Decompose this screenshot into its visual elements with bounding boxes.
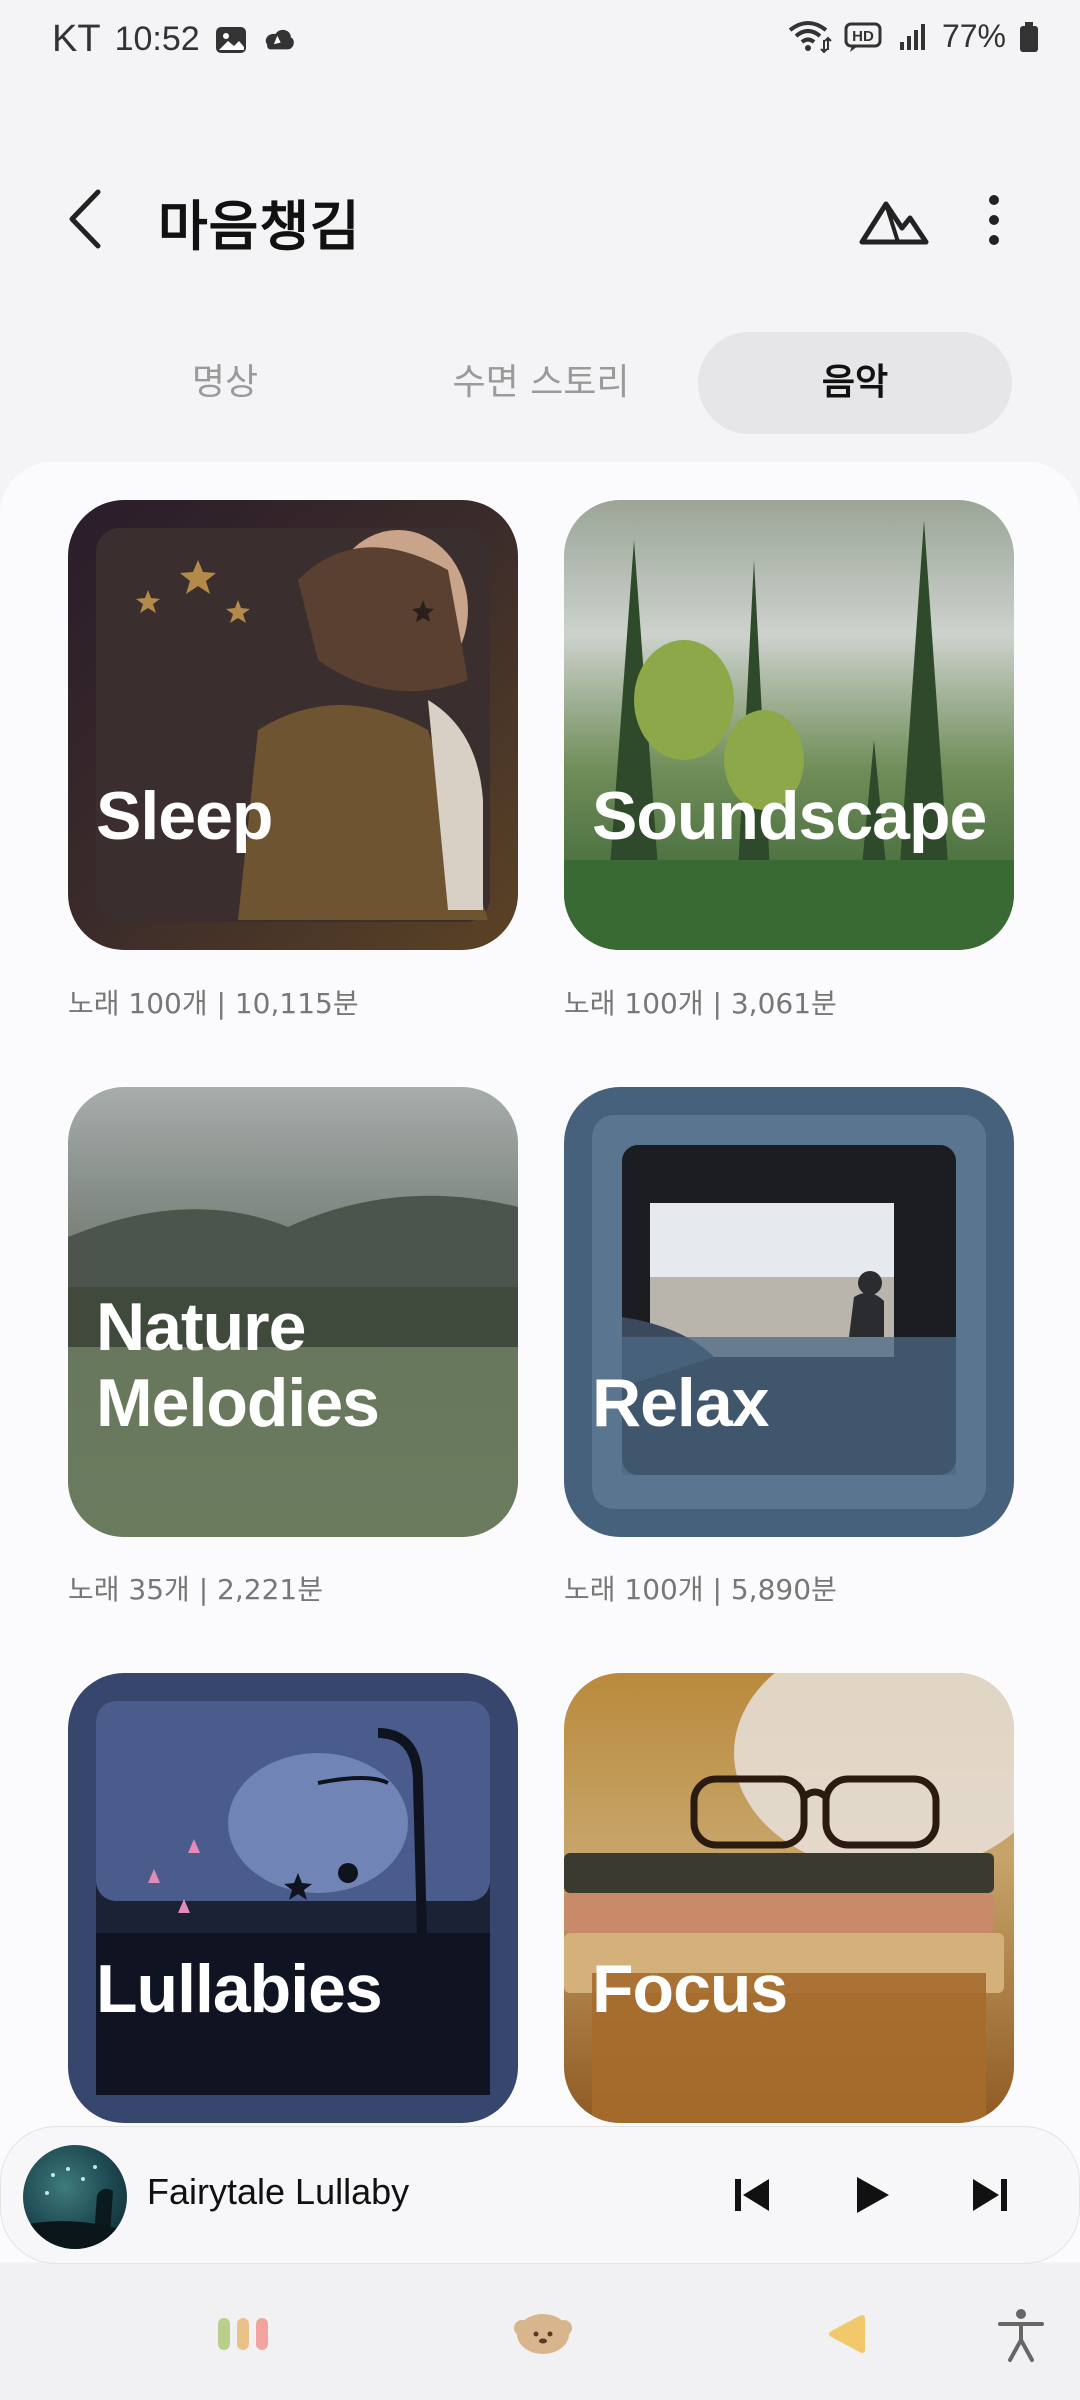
- wifi-icon: [788, 20, 832, 53]
- home-icon[interactable]: [508, 2304, 578, 2364]
- category-tabs: 명상 수면 스토리 음악: [70, 332, 1012, 434]
- bottom-navigation: [0, 2264, 1080, 2400]
- card-title: Lullabies: [96, 1951, 383, 2027]
- app-header: 마음챙김: [0, 170, 1080, 270]
- tab-sleep-story[interactable]: 수면 스토리: [386, 332, 696, 434]
- page-title: 마음챙김: [158, 195, 361, 258]
- now-playing-art-image: [23, 2165, 127, 2249]
- playlist-card-nature-melodies[interactable]: Nature Melodies: [68, 1087, 518, 1537]
- card-title: Sleep: [96, 778, 273, 854]
- card-title-line2: Melodies: [96, 1365, 380, 1441]
- hd-voice-icon: HD: [844, 22, 882, 52]
- tab-meditation[interactable]: 명상: [70, 332, 380, 434]
- card-title: Soundscape: [592, 778, 987, 854]
- sleep-artwork: [96, 528, 490, 922]
- more-options-icon[interactable]: [972, 188, 1016, 252]
- playlist-card-sleep[interactable]: Sleep: [68, 500, 518, 950]
- playlist-card-soundscape[interactable]: Soundscape: [564, 500, 1014, 950]
- carrier-label: KT: [52, 18, 101, 60]
- now-playing-title: Fairytale Lullaby: [147, 2171, 410, 2212]
- tab-music[interactable]: 음악: [698, 332, 1012, 434]
- svg-text:HD: HD: [852, 28, 874, 45]
- card-meta-soundscape: 노래 100개 | 3,061분: [564, 987, 837, 1020]
- status-bar: KT 10:52 HD 77%: [0, 0, 1080, 80]
- play-icon[interactable]: [841, 2165, 901, 2225]
- playlist-card-lullabies[interactable]: Lullabies: [68, 1673, 518, 2123]
- mini-player[interactable]: Fairytale Lullaby: [0, 2126, 1080, 2264]
- battery-icon: [1020, 21, 1038, 52]
- mountain-icon[interactable]: [858, 188, 930, 252]
- playlist-card-focus[interactable]: Focus: [564, 1673, 1014, 2123]
- card-meta-relax: 노래 100개 | 5,890분: [564, 1573, 837, 1606]
- focus-artwork: [564, 1673, 1014, 2123]
- lullabies-artwork: [96, 1701, 490, 2095]
- relax-artwork: [592, 1115, 986, 1509]
- card-meta-sleep: 노래 100개 | 10,115분: [68, 987, 359, 1020]
- card-title: Nature Melodies: [96, 1289, 380, 1441]
- cloud-sync-icon: [265, 29, 294, 49]
- back-icon[interactable]: [58, 184, 118, 254]
- clock: 10:52: [114, 20, 200, 58]
- accessibility-icon[interactable]: [986, 2304, 1056, 2364]
- now-playing-artwork: [23, 2145, 127, 2249]
- battery-percent: 77%: [941, 18, 1006, 54]
- card-meta-nature-melodies: 노래 35개 | 2,221분: [68, 1573, 323, 1606]
- playlist-card-relax[interactable]: Relax: [564, 1087, 1014, 1537]
- gallery-icon: [215, 26, 246, 53]
- previous-track-icon[interactable]: [723, 2165, 783, 2225]
- next-track-icon[interactable]: [959, 2165, 1019, 2225]
- recent-apps-icon[interactable]: [208, 2304, 278, 2364]
- signal-icon: [899, 23, 925, 50]
- back-nav-icon[interactable]: [814, 2304, 884, 2364]
- card-title: Relax: [592, 1365, 769, 1441]
- card-title-line1: Nature: [96, 1289, 306, 1365]
- card-title: Focus: [592, 1951, 788, 2027]
- soundscape-artwork: [564, 520, 1014, 950]
